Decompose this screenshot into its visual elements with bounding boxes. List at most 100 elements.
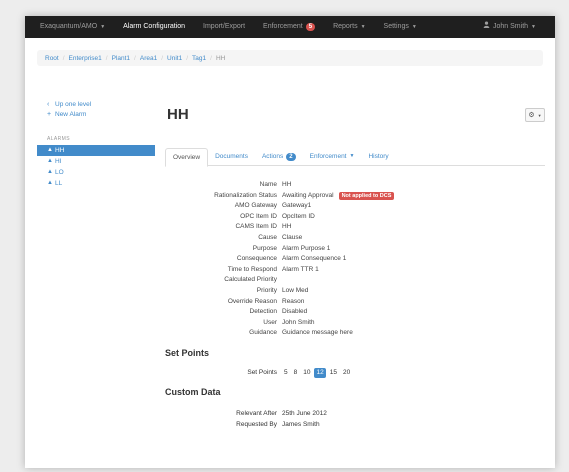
set-points-heading: Set Points — [165, 348, 210, 358]
chevron-down-icon: ▼ — [531, 24, 536, 30]
set-point-value: 5 — [284, 369, 288, 376]
detail-row-cams-item-id: CAMS Item ID HH — [165, 222, 545, 233]
detail-row-detection: Detection Disabled — [165, 307, 545, 318]
detail-value: James Smith — [282, 421, 320, 428]
settings-dropdown-button[interactable]: ⚙ ▼ — [525, 108, 545, 122]
set-point-value: 10 — [303, 369, 311, 376]
detail-label: Priority — [256, 286, 277, 294]
breadcrumb-link[interactable]: Enterprise1 — [69, 55, 102, 62]
detail-value: Alarm Purpose 1 — [282, 244, 331, 252]
sidebar-item-hh[interactable]: ▲ HH — [37, 145, 155, 156]
tab-documents[interactable]: Documents — [208, 148, 255, 165]
detail-value: Disabled — [282, 308, 308, 316]
detail-row-opc-item-id: OPC Item ID OpcItem ID — [165, 212, 545, 223]
chevron-down-icon: ▼ — [537, 112, 542, 118]
detail-label: OPC Item ID — [240, 212, 277, 220]
custom-row-requested-by: Requested By James Smith — [165, 420, 320, 430]
detail-label: AMO Gateway — [234, 202, 277, 210]
set-points-label: Set Points — [247, 369, 277, 376]
gear-icon: ⚙ — [528, 112, 535, 119]
detail-value: HH — [282, 223, 292, 231]
detail-label: CAMS Item ID — [235, 223, 277, 231]
nav-right: John Smith ▼ — [474, 16, 545, 38]
tab-overview[interactable]: Overview — [165, 148, 209, 167]
breadcrumb-link[interactable]: Root — [45, 55, 59, 62]
nav-settings-menu[interactable]: Settings ▼ — [375, 16, 426, 38]
user-name: John Smith — [493, 23, 529, 30]
detail-label: Consequence — [236, 255, 277, 263]
detail-label: Relevant After — [236, 410, 277, 417]
detail-label: Calculated Priority — [224, 276, 277, 284]
detail-label: Cause — [258, 233, 277, 241]
detail-value: HH — [282, 181, 292, 188]
tab-enforcement[interactable]: Enforcement ▼ — [303, 148, 362, 165]
chevron-down-icon: ▼ — [349, 153, 355, 159]
detail-value: Clause — [282, 233, 303, 241]
breadcrumb-separator: / — [62, 54, 65, 62]
detail-row-amo-gateway: AMO Gateway Gateway1 — [165, 201, 545, 212]
nav-import-export[interactable]: Import/Export — [194, 16, 254, 38]
detail-row-override-reason: Override Reason Reason — [165, 297, 545, 308]
breadcrumb-current: HH — [215, 54, 226, 62]
detail-row-priority: Priority Low Med — [165, 286, 545, 297]
breadcrumb-link[interactable]: Unit1 — [167, 55, 182, 62]
alarms-section-header: ALARMS — [47, 136, 70, 142]
detail-value: Low Med — [282, 286, 309, 294]
detail-value: 25th June 2012 — [282, 410, 327, 417]
chevron-down-icon: ▼ — [411, 24, 417, 30]
bell-icon: ▲ — [47, 169, 53, 175]
up-one-level-link[interactable]: ‹ Up one level — [37, 100, 155, 110]
nav-enforcement[interactable]: Enforcement 5 — [254, 16, 324, 38]
sidebar-item-label: LO — [55, 169, 64, 176]
breadcrumb-link[interactable]: Area1 — [140, 55, 157, 62]
set-point-value: 15 — [329, 369, 337, 376]
tab-label: Actions — [261, 153, 284, 160]
page-title: HH — [167, 106, 189, 123]
detail-row-rationalization-status: Rationalization Status Awaiting Approval… — [165, 191, 545, 202]
nav-left: Exaquantum/AMO ▼ Alarm Configuration Imp… — [31, 16, 426, 38]
nav-alarm-configuration[interactable]: Alarm Configuration — [114, 16, 194, 38]
bell-icon: ▲ — [47, 180, 53, 186]
nav-item-label: Import/Export — [203, 23, 246, 30]
tab-label: Documents — [215, 153, 248, 160]
user-menu[interactable]: John Smith ▼ — [474, 16, 545, 38]
detail-row-purpose: Purpose Alarm Purpose 1 — [165, 244, 545, 255]
user-icon — [483, 16, 490, 38]
detail-value: Guidance message here — [282, 329, 353, 337]
tab-actions[interactable]: Actions 2 — [255, 148, 303, 165]
detail-row-name: Name HH — [165, 180, 545, 191]
detail-label: Purpose — [252, 244, 277, 252]
detail-row-guidance: Guidance Guidance message here — [165, 328, 545, 339]
top-navbar: Exaquantum/AMO ▼ Alarm Configuration Imp… — [25, 16, 555, 38]
detail-label: Name — [259, 181, 277, 188]
set-point-value-selected: 12 — [314, 368, 326, 378]
set-points-values: 5 8 10 12 15 20 — [282, 368, 354, 378]
breadcrumb: Root / Enterprise1 / Plant1 / Area1 / Un… — [37, 50, 543, 66]
set-point-value: 20 — [342, 369, 351, 376]
nav-reports-menu[interactable]: Reports ▼ — [324, 16, 374, 38]
detail-label: Override Reason — [227, 297, 277, 305]
tab-history[interactable]: History — [361, 148, 395, 165]
detail-value: Alarm Consequence 1 — [282, 255, 347, 263]
breadcrumb-link[interactable]: Plant1 — [112, 55, 130, 62]
sidebar-item-lo[interactable]: ▲ LO — [37, 167, 155, 178]
tab-label: Enforcement — [309, 153, 347, 160]
nav-item-label: Reports — [333, 23, 358, 30]
custom-data-heading: Custom Data — [165, 387, 221, 397]
set-point-value: 8 — [293, 369, 298, 376]
breadcrumb-separator: / — [105, 54, 108, 62]
detail-value: Reason — [282, 297, 305, 305]
detail-value: Awaiting Approval — [282, 191, 334, 199]
bell-icon: ▲ — [47, 147, 53, 153]
breadcrumb-separator: / — [161, 54, 164, 62]
detail-row-time-to-respond: Time to Respond Alarm TTR 1 — [165, 265, 545, 276]
sidebar-item-ll[interactable]: ▲ LL — [37, 178, 155, 189]
sidebar-item-hi[interactable]: ▲ HI — [37, 156, 155, 167]
new-alarm-link[interactable]: + New Alarm — [37, 110, 155, 120]
nav-brand-menu[interactable]: Exaquantum/AMO ▼ — [31, 16, 114, 38]
detail-label: Time to Respond — [227, 265, 277, 273]
details-list: Name HH Rationalization Status Awaiting … — [165, 180, 545, 339]
detail-row-calculated-priority: Calculated Priority — [165, 275, 545, 286]
breadcrumb-link[interactable]: Tag1 — [192, 55, 206, 62]
actions-count-badge: 2 — [286, 152, 296, 161]
